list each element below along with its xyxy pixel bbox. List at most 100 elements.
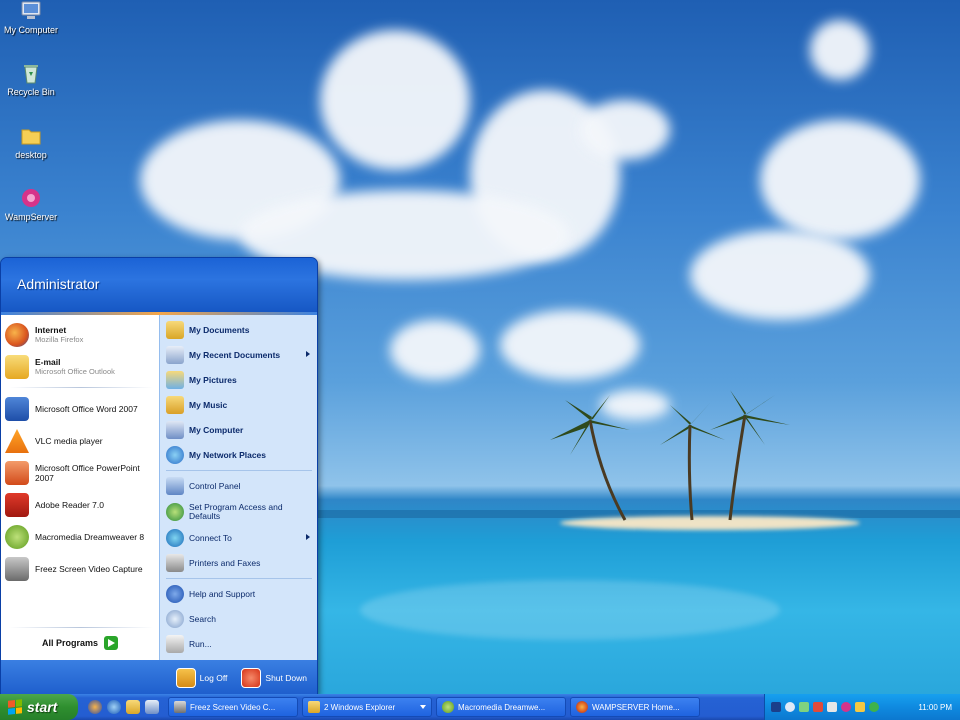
pinned-item-subtitle: Mozilla Firefox [35,335,84,344]
pictures-folder-icon [166,371,184,389]
tool-label: Help and Support [189,588,256,599]
desktop-icon-my-computer[interactable]: My Computer [0,0,62,35]
start-menu: Administrator Internet Mozilla Firefox E… [0,257,318,695]
task-label: Freez Screen Video C... [190,702,276,712]
show-desktop-icon[interactable] [145,700,159,714]
wallpaper-cloud [390,320,480,380]
system-printers-faxes[interactable]: Printers and Faxes [166,552,314,574]
system-control-panel[interactable]: Control Panel [166,475,314,497]
pinned-item-subtitle: Microsoft Office Outlook [35,367,115,376]
firefox-icon [576,701,588,713]
word-icon [5,397,29,421]
wallpaper-cloud [810,20,870,80]
dreamweaver-icon [442,701,454,713]
tool-help-support[interactable]: Help and Support [166,583,314,605]
taskbar-button-dreamweaver[interactable]: Macromedia Dreamwe... [436,697,566,717]
recycle-bin-icon [19,62,43,84]
menu-divider [166,470,312,471]
pinned-item-email[interactable]: E-mail Microsoft Office Outlook [5,351,157,383]
wallpaper-cloud [690,230,870,320]
system-connect-to[interactable]: Connect To [166,527,314,549]
all-programs-button[interactable]: All Programs [1,628,159,658]
place-my-recent-documents[interactable]: My Recent Documents [166,344,314,366]
place-my-pictures[interactable]: My Pictures [166,369,314,391]
internet-explorer-icon[interactable] [107,700,121,714]
place-my-computer[interactable]: My Computer [166,419,314,441]
submenu-arrow-icon [306,351,310,357]
desktop-icon-label: Recycle Bin [7,87,55,97]
menu-divider [166,578,312,579]
documents-folder-icon [166,321,184,339]
programs-pane: Internet Mozilla Firefox E-mail Microsof… [1,315,159,660]
taskbar-button-windows-explorer[interactable]: 2 Windows Explorer [302,697,432,717]
desktop-icon-wampserver[interactable]: WampServer [0,187,62,222]
pinned-item-internet[interactable]: Internet Mozilla Firefox [5,319,157,351]
recent-item-word[interactable]: Microsoft Office Word 2007 [5,393,157,425]
recent-documents-icon [166,346,184,364]
dreamweaver-icon [5,525,29,549]
taskbar-button-wampserver-home[interactable]: WAMPSERVER Home... [570,697,700,717]
log-off-button[interactable]: Log Off [175,668,227,688]
outlook-icon [5,355,29,379]
shut-down-button[interactable]: Shut Down [241,668,307,688]
tool-search[interactable]: Search [166,608,314,630]
tool-label: Search [189,613,216,624]
clock[interactable]: 11:00 PM [918,703,952,712]
control-panel-icon [166,477,184,495]
adobe-reader-icon [5,493,29,517]
recent-item-dreamweaver[interactable]: Macromedia Dreamweaver 8 [5,521,157,553]
folder-icon [308,701,320,713]
search-icon [166,610,184,628]
network-icon [166,446,184,464]
recent-item-video-capture[interactable]: Freez Screen Video Capture [5,553,157,585]
firefox-icon [5,323,29,347]
computer-icon [166,421,184,439]
tool-run[interactable]: Run... [166,633,314,655]
language-icon[interactable] [771,702,781,712]
start-button[interactable]: start [0,694,78,720]
folder-icon[interactable] [126,700,140,714]
place-my-documents[interactable]: My Documents [166,319,314,341]
place-my-network-places[interactable]: My Network Places [166,444,314,466]
key-icon [175,668,196,688]
security-icon[interactable] [813,702,823,712]
place-my-music[interactable]: My Music [166,394,314,416]
network-icon[interactable] [799,702,809,712]
task-label: Macromedia Dreamwe... [458,702,546,712]
tray-expand-icon[interactable] [785,702,795,712]
folder-icon [19,125,43,147]
taskbar-button-video-capture[interactable]: Freez Screen Video C... [168,697,298,717]
recent-item-adobe-reader[interactable]: Adobe Reader 7.0 [5,489,157,521]
places-pane: My Documents My Recent Documents My Pict… [159,315,317,660]
firefox-icon[interactable] [88,700,102,714]
messenger-icon[interactable] [869,702,879,712]
start-label: start [27,699,58,715]
recent-item-label: Freez Screen Video Capture [35,564,143,574]
desktop-icon-label: My Computer [3,25,58,35]
quick-launch [88,700,164,714]
system-label: Printers and Faxes [189,557,261,568]
pinned-item-title: Internet [35,325,67,335]
group-dropdown-icon [420,705,426,709]
printer-icon [166,554,184,572]
recent-item-powerpoint[interactable]: Microsoft Office PowerPoint 2007 [5,457,157,489]
power-icon [241,668,262,688]
water-glint [360,580,780,640]
place-label: My Recent Documents [189,349,281,360]
wampserver-tray-icon[interactable] [841,702,851,712]
place-label: My Network Places [189,449,267,460]
volume-icon[interactable] [827,702,837,712]
system-program-access[interactable]: Set Program Access and Defaults [166,499,314,525]
update-icon[interactable] [855,702,865,712]
menu-divider [9,387,153,388]
recent-item-vlc[interactable]: VLC media player [5,425,157,457]
desktop-icon-recycle-bin[interactable]: Recycle Bin [0,62,62,97]
windows-logo-icon [8,699,22,715]
video-capture-icon [5,557,29,581]
place-label: My Pictures [189,374,237,385]
system-label: Connect To [189,532,232,543]
user-name: Administrator [17,276,100,292]
desktop-icon-desktop-folder[interactable]: desktop [0,125,62,160]
recent-item-label: Microsoft Office Word 2007 [35,404,138,414]
desktop-icon-label: desktop [15,150,47,160]
